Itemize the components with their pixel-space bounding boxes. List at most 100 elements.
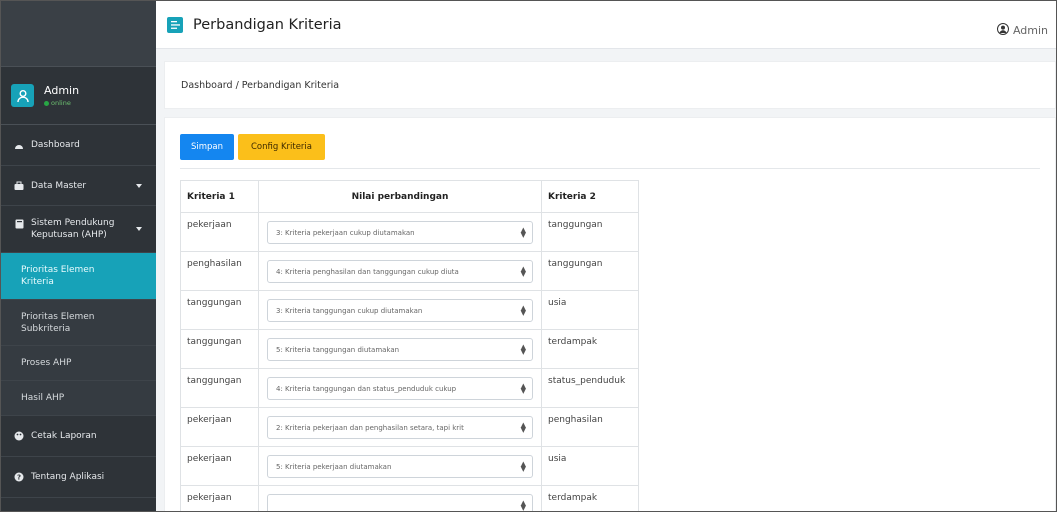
select-value: 3: Kriteria pekerjaan cukup diutamakan <box>276 228 415 237</box>
table-row: pekerjaan 5: Kriteria pekerjaan diutamaka… <box>180 446 639 486</box>
select-value: 4: Kriteria tanggungan dan status_pendud… <box>276 384 457 393</box>
palette-icon <box>13 430 25 442</box>
save-button[interactable]: Simpan <box>180 134 234 160</box>
select-arrows-icon: ▲ ▼ <box>520 421 526 434</box>
nilai-perbandingan-select[interactable]: 4: Kriteria tanggungan dan status_pendud… <box>267 377 533 400</box>
sidebar-item-dashboard[interactable]: Dashboard <box>1 125 156 166</box>
sidebar-subitem-prioritas-subkriteria[interactable]: Prioritas Elemen Subkriteria <box>1 300 156 346</box>
sidebar-brand-area <box>1 1 156 67</box>
select-arrows-icon: ▲ ▼ <box>520 382 526 395</box>
select-arrows-icon: ▲ ▼ <box>520 304 526 317</box>
column-header-kriteria-1: Kriteria 1 <box>180 180 259 213</box>
kriteria-2-cell: tanggungan <box>541 251 639 291</box>
sidebar-user-panel[interactable]: Admin online <box>1 67 156 125</box>
nilai-perbandingan-select[interactable]: 3: Kriteria tanggungan cukup diutamakan ▲… <box>267 299 533 322</box>
column-header-kriteria-2: Kriteria 2 <box>541 180 639 213</box>
kriteria-2-cell: terdampak <box>541 485 639 511</box>
sidebar-item-cetak-laporan[interactable]: Cetak Laporan <box>1 416 156 457</box>
select-value: 5: Kriteria pekerjaan diutamakan <box>276 462 392 471</box>
nilai-perbandingan-select[interactable]: 4: Kriteria penghasilan dan tanggungan c… <box>267 260 533 283</box>
sidebar-subitem-prioritas-kriteria[interactable]: Prioritas Elemen Kriteria <box>1 253 156 300</box>
table-header-row: Kriteria 1 Nilai perbandingan Kriteria 2 <box>180 180 639 213</box>
config-kriteria-button[interactable]: Config Kriteria <box>238 134 325 160</box>
top-header: Perbandigan Kriteria Admin <box>156 1 1056 49</box>
kriteria-2-cell: usia <box>541 446 639 486</box>
breadcrumb-current: Perbandigan Kriteria <box>241 79 340 91</box>
briefcase-icon <box>13 180 25 192</box>
kriteria-2-cell: penghasilan <box>541 407 639 447</box>
sidebar-item-label: Dashboard <box>31 140 80 150</box>
sidebar-item-data-master[interactable]: Data Master <box>1 166 156 206</box>
nilai-cell: 5: Kriteria tanggungan diutamakan ▲ ▼ <box>258 329 542 369</box>
divider <box>180 168 1040 169</box>
user-circle-icon <box>996 23 1009 38</box>
select-arrows-icon: ▲ ▼ <box>520 499 526 512</box>
dashboard-icon <box>13 139 25 151</box>
sidebar-item-label: Tentang Aplikasi <box>31 472 105 482</box>
kriteria-1-cell: tanggungan <box>180 329 259 369</box>
sidebar-user-name: Admin <box>44 84 80 97</box>
online-dot-icon <box>44 100 49 106</box>
sidebar-subitem-label: Prioritas Elemen Subkriteria <box>21 311 95 334</box>
nilai-cell: 4: Kriteria penghasilan dan tanggungan c… <box>258 251 542 291</box>
sidebar-item-spk[interactable]: Sistem Pendukung Keputusan (AHP) <box>1 206 156 253</box>
caret-down-icon <box>136 224 142 234</box>
nilai-perbandingan-select[interactable]: 3: Kriteria pekerjaan cukup diutamakan ▲ ▼ <box>267 221 533 244</box>
nilai-perbandingan-select[interactable]: 5: Kriteria pekerjaan diutamakan ▲ ▼ <box>267 455 533 478</box>
kriteria-2-cell: status_penduduk <box>541 368 639 408</box>
kriteria-1-cell: pekerjaan <box>180 212 259 252</box>
sidebar-subitem-label: Prioritas Elemen Kriteria <box>21 265 95 287</box>
table-row: pekerjaan 3: Kriteria pekerjaan cukup diu… <box>180 212 639 252</box>
kriteria-1-cell: tanggungan <box>180 290 259 330</box>
breadcrumb: Dashboard / Perbandigan Kriteria <box>164 61 1056 109</box>
book-icon <box>13 218 25 230</box>
sidebar-item-tentang-aplikasi[interactable]: ? Tentang Aplikasi <box>1 457 156 498</box>
select-value: 5: Kriteria tanggungan diutamakan <box>276 345 400 354</box>
select-value: 4: Kriteria penghasilan dan tanggungan c… <box>276 267 459 276</box>
sidebar-item-label: Sistem Pendukung Keputusan (AHP) <box>31 218 115 240</box>
nilai-cell: 5: Kriteria pekerjaan diutamakan ▲ ▼ <box>258 446 542 486</box>
kriteria-1-cell: pekerjaan <box>180 446 259 486</box>
status-text: online <box>51 99 71 107</box>
select-value: 2: Kriteria pekerjaan dan penghasilan se… <box>276 423 464 432</box>
select-arrows-icon: ▲ ▼ <box>520 226 526 239</box>
user-avatar-icon <box>11 84 34 107</box>
nilai-perbandingan-select[interactable]: 2: Kriteria pekerjaan dan penghasilan se… <box>267 416 533 439</box>
content-card: Simpan Config Kriteria Kriteria 1 Nilai … <box>164 117 1056 512</box>
kriteria-2-cell: tanggungan <box>541 212 639 252</box>
nilai-cell: 3: Kriteria pekerjaan cukup diutamakan ▲ ▼ <box>258 212 542 252</box>
caret-down-icon <box>136 181 142 191</box>
comparison-table: Kriteria 1 Nilai perbandingan Kriteria 2… <box>180 180 639 512</box>
table-row: pekerjaan 2: Kriteria pekerjaan dan pengh… <box>180 407 639 447</box>
nilai-perbandingan-select[interactable]: 5: Kriteria tanggungan diutamakan ▲ ▼ <box>267 338 533 361</box>
kriteria-1-cell: penghasilan <box>180 251 259 291</box>
nilai-perbandingan-select[interactable]: ▲ ▼ <box>267 494 533 512</box>
svg-text:?: ? <box>17 474 21 482</box>
sidebar: Admin online Dashboard Data Master Siste… <box>1 1 156 511</box>
column-header-nilai: Nilai perbandingan <box>258 180 542 213</box>
sidebar-subitem-label: Proses AHP <box>21 358 72 368</box>
table-row: tanggungan 4: Kriteria tanggungan dan sta… <box>180 368 639 408</box>
table-row: penghasilan 4: Kriteria penghasilan dan t… <box>180 251 639 291</box>
page-title: Perbandigan Kriteria <box>193 16 342 33</box>
breadcrumb-separator: / <box>232 79 242 91</box>
nilai-cell: 2: Kriteria pekerjaan dan penghasilan se… <box>258 407 542 447</box>
sidebar-subitem-proses-ahp[interactable]: Proses AHP <box>1 346 156 381</box>
nilai-cell: ▲ ▼ <box>258 485 542 512</box>
kriteria-1-cell: pekerjaan <box>180 407 259 447</box>
table-row: tanggungan 3: Kriteria tanggungan cukup d… <box>180 290 639 330</box>
select-arrows-icon: ▲ ▼ <box>520 265 526 278</box>
kriteria-1-cell: pekerjaan <box>180 485 259 511</box>
select-arrows-icon: ▲ ▼ <box>520 460 526 473</box>
breadcrumb-home[interactable]: Dashboard <box>181 80 233 91</box>
select-value: 3: Kriteria tanggungan cukup diutamakan <box>276 306 423 315</box>
kriteria-1-cell: tanggungan <box>180 368 259 408</box>
table-row: pekerjaan ▲ ▼ terdampak <box>180 485 639 512</box>
nilai-cell: 3: Kriteria tanggungan cukup diutamakan ▲… <box>258 290 542 330</box>
menu-toggle-icon[interactable] <box>167 16 183 33</box>
user-menu[interactable]: Admin <box>996 23 1048 38</box>
sidebar-subitem-hasil-ahp[interactable]: Hasil AHP <box>1 381 156 416</box>
app-frame: Admin online Dashboard Data Master Siste… <box>0 0 1057 512</box>
kriteria-2-cell: usia <box>541 290 639 330</box>
user-menu-label: Admin <box>1012 24 1048 37</box>
